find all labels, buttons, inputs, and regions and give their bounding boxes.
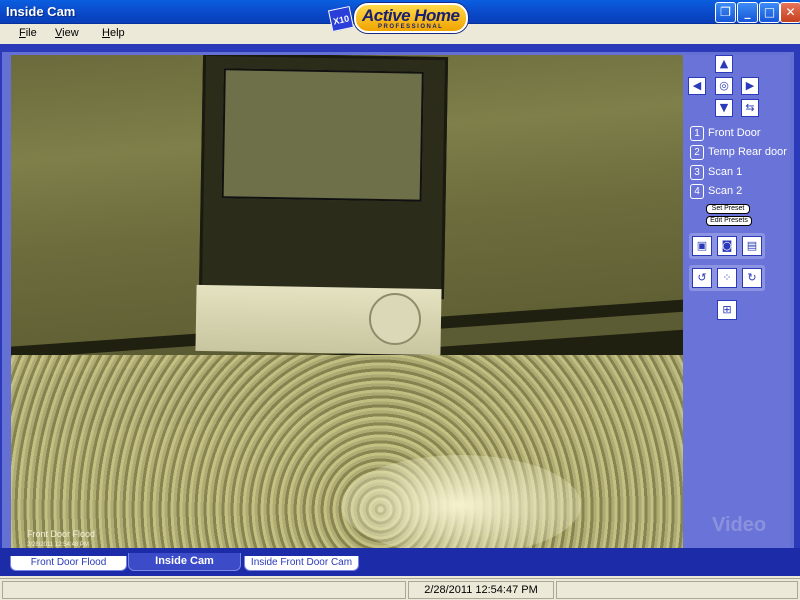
menu-view[interactable]: View <box>55 27 79 39</box>
view-tool-group: ↺ ⁘ ↻ <box>689 265 765 291</box>
preset-number: 1 <box>690 126 704 141</box>
ptz-control-panel: ▲ ◀ ◎ ▶ ▼ ⇆ 1 Front Door 2 Temp Rear doo… <box>683 55 790 548</box>
video-glare <box>341 455 581 548</box>
camera-video-feed[interactable]: Front Door Flood 2/28/2011 12:54:48 PM <box>11 55 683 548</box>
restore-icon[interactable]: ❐ <box>715 2 736 23</box>
app-window: Inside Cam ❐ _ □ ✕ X10 Active Home PROFE… <box>0 0 800 600</box>
layout-grid-icon[interactable]: ⊞ <box>717 300 737 320</box>
preset-number: 2 <box>690 145 704 160</box>
menu-help[interactable]: Help <box>102 27 125 39</box>
camera-icon[interactable]: ◙ <box>717 236 737 256</box>
device-knob <box>369 293 421 345</box>
status-pane-left <box>2 581 406 599</box>
close-icon[interactable]: ✕ <box>780 2 800 23</box>
preset-3[interactable]: 3 Scan 1 <box>690 165 790 181</box>
video-watermark: Video <box>712 514 767 536</box>
brand-subtitle: PROFESSIONAL <box>378 24 444 30</box>
center-icon[interactable]: ◎ <box>715 77 733 95</box>
menu-file[interactable]: File <box>19 27 37 39</box>
brand-name: Active Home <box>362 6 460 25</box>
device-screen <box>221 68 424 202</box>
minimize-icon[interactable]: _ <box>737 2 758 23</box>
pan-up-icon[interactable]: ▲ <box>715 55 733 73</box>
rotate-left-icon[interactable]: ↺ <box>692 268 712 288</box>
active-home-logo: X10 Active Home PROFESSIONAL <box>327 2 470 36</box>
preset-number: 3 <box>690 165 704 180</box>
pan-down-icon[interactable]: ▼ <box>715 99 733 117</box>
tab-inside-front-door-cam[interactable]: Inside Front Door Cam <box>244 556 359 571</box>
edit-presets-button[interactable]: Edit Presets <box>706 216 752 226</box>
rotate-right-icon[interactable]: ↻ <box>742 268 762 288</box>
thermometer-device <box>198 55 449 300</box>
preset-number: 4 <box>690 184 704 199</box>
preset-label: Front Door <box>708 127 761 139</box>
maximize-icon[interactable]: □ <box>759 2 780 23</box>
snapshot-icon[interactable]: ▣ <box>692 236 712 256</box>
preset-label: Temp Rear door <box>708 146 787 158</box>
quad-view-icon[interactable]: ⁘ <box>717 268 737 288</box>
video-camera-label: Front Door Flood <box>27 529 96 539</box>
record-icon[interactable]: ▤ <box>742 236 762 256</box>
preset-2[interactable]: 2 Temp Rear door <box>690 145 790 161</box>
status-bar: 2/28/2011 12:54:47 PM <box>0 578 800 600</box>
set-preset-button[interactable]: Set Preset <box>706 204 750 214</box>
status-pane-right <box>556 581 798 599</box>
tab-inside-cam[interactable]: Inside Cam <box>128 553 241 571</box>
window-title: Inside Cam <box>6 4 76 19</box>
swap-icon[interactable]: ⇆ <box>741 99 759 117</box>
x10-badge: X10 <box>327 5 355 33</box>
preset-1[interactable]: 1 Front Door <box>690 126 790 142</box>
pan-right-icon[interactable]: ▶ <box>741 77 759 95</box>
preset-label: Scan 2 <box>708 185 743 197</box>
preset-label: Scan 1 <box>708 166 743 178</box>
tab-front-door-flood[interactable]: Front Door Flood <box>10 556 127 571</box>
capture-tool-group: ▣ ◙ ▤ <box>689 233 765 259</box>
preset-4[interactable]: 4 Scan 2 <box>690 184 790 200</box>
pan-left-icon[interactable]: ◀ <box>688 77 706 95</box>
status-time: 2/28/2011 12:54:47 PM <box>408 581 554 599</box>
brand-plate: Active Home PROFESSIONAL <box>354 3 468 33</box>
